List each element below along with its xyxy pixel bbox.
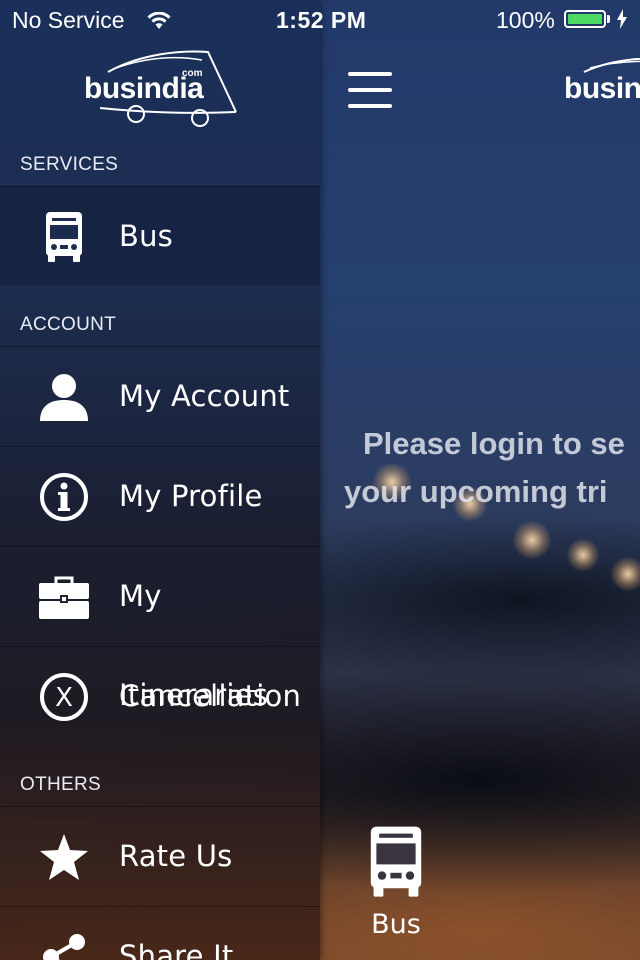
login-prompt-line: your upcoming tri bbox=[344, 474, 608, 509]
clock: 1:52 PM bbox=[276, 7, 367, 33]
menu-item-label: Bus bbox=[119, 219, 173, 253]
battery-icon bbox=[564, 10, 606, 28]
battery-percent: 100% bbox=[496, 7, 555, 33]
login-prompt-line: Please login to se bbox=[363, 426, 625, 461]
section-header-services: SERVICES bbox=[20, 154, 119, 175]
menu-item-my-profile[interactable]: My Profile bbox=[0, 446, 320, 545]
login-prompt-message: Please login to se your upcoming tri bbox=[344, 420, 640, 516]
share-icon bbox=[38, 931, 90, 960]
wifi-icon bbox=[147, 9, 171, 36]
hamburger-menu-icon[interactable] bbox=[348, 70, 392, 110]
menu-item-label: Cancellation bbox=[119, 679, 302, 713]
busindia-logo-main: busindia bbox=[564, 58, 640, 118]
logo-com-suffix: com bbox=[182, 68, 203, 79]
tab-bus[interactable]: Bus bbox=[366, 826, 426, 940]
main-panel: busindia Please login to se your upcomin… bbox=[320, 0, 640, 960]
charging-bolt-icon bbox=[616, 8, 628, 35]
section-header-others: OTHERS bbox=[20, 774, 101, 795]
bus-icon bbox=[368, 826, 424, 904]
menu-item-label: My Account bbox=[119, 379, 290, 413]
briefcase-icon bbox=[38, 571, 90, 623]
svg-text:X: X bbox=[55, 683, 73, 713]
cancel-x-icon: X bbox=[38, 671, 90, 723]
star-icon bbox=[38, 831, 90, 883]
logo-wordmark: busindia bbox=[564, 72, 640, 105]
menu-item-cancellation[interactable]: X Cancellation bbox=[0, 646, 320, 745]
info-icon bbox=[38, 471, 90, 523]
menu-item-label: Share It bbox=[119, 939, 234, 960]
menu-item-share-it[interactable]: Share It bbox=[0, 906, 320, 960]
menu-item-my-account[interactable]: My Account bbox=[0, 346, 320, 445]
battery-tip bbox=[607, 15, 610, 23]
busindia-logo: busindia com bbox=[80, 46, 240, 130]
menu-item-label: My Itineraries bbox=[119, 579, 269, 712]
tab-bus-label: Bus bbox=[371, 909, 421, 940]
user-icon bbox=[38, 371, 90, 423]
menu-item-my-itineraries[interactable]: My Itineraries bbox=[0, 546, 320, 712]
menu-item-label: Rate Us bbox=[119, 839, 233, 873]
status-bar: No Service 1:52 PM 100% bbox=[0, 0, 640, 40]
bus-icon bbox=[38, 211, 90, 263]
carrier-label: No Service bbox=[12, 7, 125, 33]
menu-item-rate-us[interactable]: Rate Us bbox=[0, 806, 320, 905]
menu-item-bus[interactable]: Bus bbox=[0, 186, 320, 285]
section-header-account: ACCOUNT bbox=[20, 314, 117, 335]
side-drawer: busindia com SERVICES Bus ACCOUNT My Acc… bbox=[0, 0, 320, 960]
menu-item-label: My Profile bbox=[119, 479, 263, 513]
